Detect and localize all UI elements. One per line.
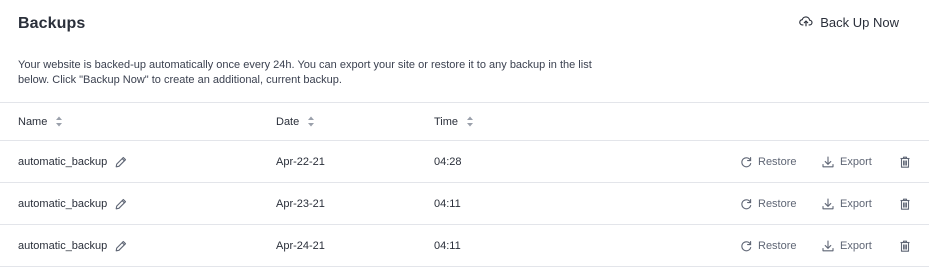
restore-label: Restore: [758, 197, 797, 210]
trash-icon: [900, 240, 910, 252]
pencil-icon[interactable]: [115, 156, 127, 168]
pencil-icon[interactable]: [115, 240, 127, 252]
restore-button[interactable]: Restore: [740, 225, 797, 266]
restore-icon: [741, 240, 752, 251]
export-button[interactable]: Export: [822, 183, 872, 224]
trash-icon: [900, 156, 910, 168]
restore-button[interactable]: Restore: [740, 183, 797, 224]
backup-name: automatic_backup: [18, 239, 108, 252]
restore-button[interactable]: Restore: [740, 141, 797, 182]
export-button[interactable]: Export: [822, 225, 872, 266]
backup-name-cell: automatic_backup: [18, 141, 127, 182]
backup-name: automatic_backup: [18, 155, 108, 168]
download-icon: [822, 239, 834, 251]
column-header-date[interactable]: Date: [276, 103, 315, 140]
page-description: Your website is backed-up automatically …: [18, 59, 592, 86]
sort-icon: [467, 116, 474, 127]
download-icon: [822, 155, 834, 167]
download-icon: [822, 197, 834, 209]
backup-date: Apr-22-21: [276, 155, 325, 168]
delete-button[interactable]: [899, 183, 911, 224]
export-label: Export: [840, 239, 872, 252]
column-header-time[interactable]: Time: [434, 103, 474, 140]
backup-date: Apr-24-21: [276, 239, 325, 252]
page-title: Backups: [18, 15, 86, 32]
column-header-label: Time: [434, 115, 459, 128]
trash-icon: [900, 198, 910, 210]
backups-table: Name Date Time automatic_backup Apr-22-2…: [0, 102, 929, 267]
back-up-now-label: Back Up Now: [820, 15, 899, 30]
table-row: automatic_backup Apr-23-21 04:11 Restore…: [0, 183, 929, 225]
back-up-now-button[interactable]: Back Up Now: [799, 14, 899, 31]
delete-button[interactable]: [899, 141, 911, 182]
column-header-label: Name: [18, 115, 48, 128]
backup-time: 04:11: [434, 197, 461, 210]
table-row: automatic_backup Apr-22-21 04:28 Restore…: [0, 141, 929, 183]
column-header-label: Date: [276, 115, 300, 128]
delete-button[interactable]: [899, 225, 911, 266]
backup-name: automatic_backup: [18, 197, 108, 210]
export-button[interactable]: Export: [822, 141, 872, 182]
restore-label: Restore: [758, 239, 797, 252]
column-header-name[interactable]: Name: [18, 103, 63, 140]
pencil-icon[interactable]: [115, 198, 127, 210]
table-row: automatic_backup Apr-24-21 04:11 Restore…: [0, 225, 929, 267]
restore-icon: [741, 198, 752, 209]
table-header: Name Date Time: [0, 103, 929, 141]
export-label: Export: [840, 197, 872, 210]
backup-name-cell: automatic_backup: [18, 225, 127, 266]
export-label: Export: [840, 155, 872, 168]
backup-time: 04:11: [434, 239, 461, 252]
restore-label: Restore: [758, 155, 797, 168]
restore-icon: [741, 156, 752, 167]
sort-icon: [56, 116, 63, 127]
backup-date: Apr-23-21: [276, 197, 325, 210]
cloud-upload-icon: [799, 14, 813, 31]
backup-name-cell: automatic_backup: [18, 183, 127, 224]
sort-icon: [308, 116, 315, 127]
backup-time: 04:28: [434, 155, 462, 168]
